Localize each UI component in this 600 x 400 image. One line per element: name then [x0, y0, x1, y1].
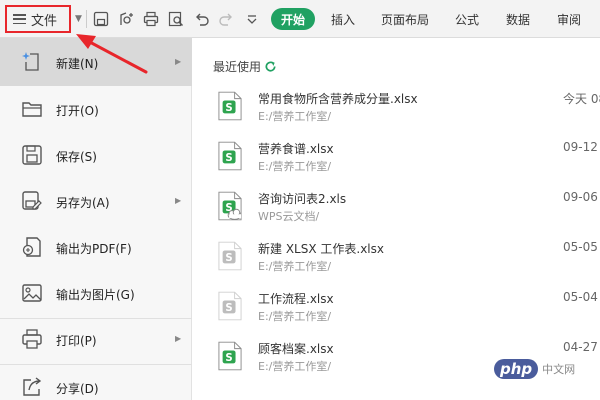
file-date: 05-04	[563, 290, 598, 304]
file-name: 新建 XLSX 工作表.xlsx	[258, 242, 384, 256]
menu-label-save-as: 另存为(A)	[56, 196, 110, 210]
recent-files-title: 最近使用	[213, 58, 277, 75]
redo-icon[interactable]	[217, 10, 235, 28]
file-name: 工作流程.xlsx	[258, 292, 334, 306]
file-name: 常用食物所含营养成分量.xlsx	[258, 92, 418, 106]
save-as-icon	[20, 189, 44, 213]
php-watermark: php 中文网	[494, 357, 594, 381]
file-menu-panel: 新建(N) ▶ 打开(O) 保存(S) 另存为(A) ▶ 输出为PDF(F) 输…	[0, 38, 192, 400]
menu-item-export-image[interactable]: 输出为图片(G)	[0, 270, 192, 316]
tab-formulas[interactable]: 公式	[455, 11, 479, 28]
watermark-logo: php	[494, 359, 539, 379]
menu-label-share: 分享(D)	[56, 382, 99, 396]
tab-insert[interactable]: 插入	[331, 11, 355, 28]
file-path: WPS云文档/	[258, 210, 320, 223]
save-quick-icon[interactable]	[92, 10, 110, 28]
file-path: E:/营养工作室/	[258, 160, 332, 173]
menu-label-print: 打印(P)	[56, 334, 97, 348]
file-name: 顾客档案.xlsx	[258, 342, 334, 356]
menu-item-export-pdf[interactable]: 输出为PDF(F)	[0, 224, 192, 270]
menu-item-open[interactable]: 打开(O)	[0, 86, 192, 132]
recent-file-row[interactable]: S 新建 XLSX 工作表.xlsx E:/营养工作室/05-05	[213, 238, 600, 284]
menu-item-new[interactable]: 新建(N) ▶	[0, 38, 192, 86]
file-path: E:/营养工作室/	[258, 260, 332, 273]
customize-toolbar-icon[interactable]	[243, 10, 261, 28]
svg-text:S: S	[225, 303, 232, 314]
file-dropdown-icon[interactable]: ▼	[75, 14, 82, 24]
menu-item-save[interactable]: 保存(S)	[0, 132, 192, 178]
save-icon	[20, 143, 44, 167]
file-name: 营养食谱.xlsx	[258, 142, 334, 156]
print-quick-icon[interactable]	[142, 10, 160, 28]
export-quick-icon[interactable]	[117, 10, 135, 28]
tab-review[interactable]: 审阅	[557, 11, 581, 28]
printer-icon	[20, 327, 44, 351]
submenu-arrow-icon: ▶	[175, 57, 182, 66]
svg-text:S: S	[225, 253, 232, 264]
menu-item-print[interactable]: 打印(P) ▶	[0, 316, 192, 362]
svg-text:S: S	[225, 353, 232, 364]
file-date: 09-06	[563, 190, 598, 204]
file-path: E:/营养工作室/	[258, 360, 332, 373]
submenu-arrow-icon: ▶	[175, 334, 182, 343]
refresh-icon[interactable]	[264, 60, 277, 73]
recent-file-row[interactable]: S 常用食物所含营养成分量.xlsx E:/营养工作室/今天 08	[213, 88, 600, 134]
file-path: E:/营养工作室/	[258, 110, 332, 123]
menu-label-new: 新建(N)	[56, 57, 99, 71]
svg-text:S: S	[225, 153, 232, 164]
toolbar-divider	[86, 10, 87, 28]
cloud-spreadsheet-file-icon: S	[218, 191, 242, 221]
folder-open-icon	[20, 97, 44, 121]
menu-item-share[interactable]: 分享(D)	[0, 364, 192, 400]
submenu-arrow-icon: ▶	[175, 196, 182, 205]
recent-files-label: 最近使用	[213, 60, 262, 74]
file-path: E:/营养工作室/	[258, 310, 332, 323]
recent-file-row[interactable]: S 工作流程.xlsx E:/营养工作室/05-04	[213, 288, 600, 334]
hamburger-icon	[13, 14, 26, 24]
file-date: 今天 08	[563, 92, 600, 106]
export-image-icon	[20, 281, 44, 305]
file-date: 09-12	[563, 140, 598, 154]
svg-text:S: S	[225, 103, 232, 114]
spreadsheet-file-icon: S	[218, 291, 242, 321]
file-name: 咨询访问表2.xls	[258, 192, 347, 206]
menu-item-save-as[interactable]: 另存为(A) ▶	[0, 178, 192, 224]
tab-start[interactable]: 开始	[271, 8, 315, 30]
recent-file-row[interactable]: S 营养食谱.xlsx E:/营养工作室/09-12	[213, 138, 600, 184]
recent-file-row[interactable]: S 咨询访问表2.xls WPS云文档/09-06	[213, 188, 600, 234]
file-menu-button[interactable]: 文件	[5, 5, 71, 33]
top-toolbar: 文件 ▼ 开始 插入 页面布局 公式 数据 审阅	[0, 0, 600, 38]
print-preview-icon[interactable]	[167, 10, 185, 28]
menu-label-export-image: 输出为图片(G)	[56, 288, 135, 302]
tab-page-layout[interactable]: 页面布局	[381, 11, 429, 28]
undo-icon[interactable]	[193, 10, 211, 28]
tab-data[interactable]: 数据	[506, 11, 530, 28]
watermark-text: 中文网	[542, 363, 576, 376]
spreadsheet-file-icon: S	[218, 141, 242, 171]
menu-label-export-pdf: 输出为PDF(F)	[56, 242, 132, 256]
new-sparkle-icon	[20, 50, 44, 74]
share-icon	[20, 375, 44, 399]
spreadsheet-file-icon: S	[218, 91, 242, 121]
menu-label-open: 打开(O)	[56, 104, 99, 118]
file-date: 05-05	[563, 240, 598, 254]
file-date: 04-27	[563, 340, 598, 354]
export-pdf-icon	[20, 235, 44, 259]
spreadsheet-file-icon: S	[218, 241, 242, 271]
spreadsheet-file-icon: S	[218, 341, 242, 371]
file-menu-label: 文件	[31, 13, 58, 29]
menu-label-save: 保存(S)	[56, 150, 97, 164]
